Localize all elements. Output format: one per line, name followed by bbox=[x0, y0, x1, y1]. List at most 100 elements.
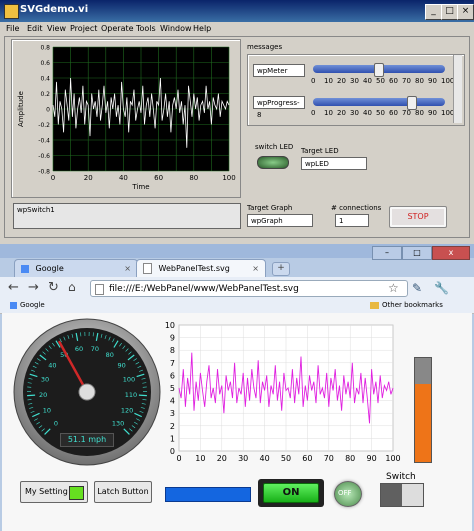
target-graph-field[interactable]: wpGraph bbox=[247, 214, 313, 227]
address-bar[interactable]: file:///E:/WebPanel/www/WebPanelTest.svg bbox=[90, 280, 408, 297]
browser-minimize-button[interactable]: – bbox=[372, 246, 402, 260]
slider-tick-label: 90 bbox=[428, 77, 437, 85]
bookmark-star-icon[interactable]: ☆ bbox=[388, 281, 399, 295]
tab-webpaneltest[interactable]: WebPanelTest.svg × bbox=[136, 259, 266, 277]
level-tank-fill bbox=[415, 384, 431, 462]
minimize-button[interactable]: _ bbox=[425, 4, 442, 20]
labview-app-icon bbox=[4, 4, 19, 19]
connections-field[interactable]: 1 bbox=[335, 214, 369, 227]
other-bookmarks-label: Other bookmarks bbox=[382, 301, 443, 309]
progress-slider[interactable] bbox=[313, 98, 445, 106]
y-tick-label: -0.6 bbox=[38, 153, 50, 160]
browser-maximize-button[interactable]: □ bbox=[402, 246, 432, 260]
other-bookmarks[interactable]: Other bookmarks bbox=[370, 301, 443, 309]
stop-button[interactable]: STOP bbox=[389, 206, 447, 228]
y-tick-label: 0 bbox=[170, 447, 175, 456]
tab-close-icon[interactable]: × bbox=[124, 260, 131, 278]
slider-tick-label: 20 bbox=[337, 109, 346, 117]
gauge-tick-label: 110 bbox=[125, 391, 137, 399]
x-tick-label: 70 bbox=[324, 454, 334, 463]
my-setting-button[interactable]: My Setting bbox=[20, 481, 88, 503]
web-panel-page: 0 10 20 30 40 50 60 70 80 90 100 110 120 130 51.1 mph… bbox=[2, 313, 472, 531]
x-tick-label: 40 bbox=[119, 174, 128, 182]
switch-id-field[interactable]: wpSwitch1 bbox=[13, 203, 241, 229]
menu-edit[interactable]: Edit bbox=[27, 24, 43, 33]
reload-icon[interactable]: ↻ bbox=[48, 280, 59, 295]
slider-tick-label: 60 bbox=[389, 109, 398, 117]
x-tick-label: 50 bbox=[281, 454, 291, 463]
forward-arrow-icon[interactable]: → bbox=[28, 280, 39, 295]
slider-tick-label: 70 bbox=[402, 77, 411, 85]
x-tick-label: 60 bbox=[154, 174, 163, 182]
slider-tick-label: 70 bbox=[402, 109, 411, 117]
y-tick-label: 2 bbox=[170, 422, 175, 431]
toggle-switch-knob bbox=[381, 484, 402, 506]
close-button[interactable]: × bbox=[457, 4, 474, 20]
y-tick-label: 10 bbox=[165, 321, 175, 330]
browser-close-button[interactable]: x bbox=[432, 246, 470, 260]
slider-tick-label: 50 bbox=[376, 77, 385, 85]
home-icon[interactable]: ⌂ bbox=[68, 280, 76, 294]
menu-window[interactable]: Window bbox=[160, 24, 192, 33]
waveform-graph: 0.80.60.40.20-0.2-0.4-0.6-0.80 20 40 60 80 10… bbox=[17, 45, 236, 192]
progress-slider-thumb[interactable] bbox=[407, 96, 417, 110]
on-button[interactable]: ON bbox=[263, 483, 319, 503]
meter-slider-thumb[interactable] bbox=[374, 63, 384, 77]
x-tick-label: 20 bbox=[217, 454, 227, 463]
latch-button[interactable]: Latch Button bbox=[94, 481, 152, 503]
y-tick-label: 7 bbox=[170, 359, 175, 368]
tab-google-label: Google bbox=[35, 264, 64, 273]
random-chart: 1098765432100 10 20 30 40 50 60 70 80 90 100 bbox=[165, 321, 401, 463]
slider-tick-label: 10 bbox=[324, 109, 333, 117]
menu-help[interactable]: Help bbox=[193, 24, 211, 33]
new-tab-button[interactable]: + bbox=[272, 262, 290, 276]
gauge-tick-label: 40 bbox=[48, 361, 56, 369]
switch-label: Switch bbox=[386, 472, 416, 482]
menu-tools[interactable]: Tools bbox=[136, 24, 156, 33]
slider-tick-label: 20 bbox=[337, 77, 346, 85]
x-tick-label: 0 bbox=[176, 454, 181, 463]
bookmark-google[interactable]: Google bbox=[10, 301, 45, 309]
menu-project[interactable]: Project bbox=[70, 24, 97, 33]
wrench-icon[interactable]: 🔧 bbox=[434, 281, 449, 295]
back-arrow-icon[interactable]: ← bbox=[8, 280, 19, 295]
menu-operate[interactable]: Operate bbox=[101, 24, 134, 33]
x-tick-label: 20 bbox=[84, 174, 93, 182]
slider-tick-label: 40 bbox=[363, 109, 372, 117]
gauge-tick-label: 0 bbox=[54, 420, 58, 428]
tab-close-icon[interactable]: × bbox=[252, 260, 259, 278]
y-tick-label: 6 bbox=[170, 371, 175, 380]
meter-slider-scale: 0 10 20 30 40 50 60 70 80 90 100 bbox=[311, 77, 454, 87]
menu-file[interactable]: File bbox=[6, 24, 19, 33]
url-text: file:///E:/WebPanel/www/WebPanelTest.svg bbox=[109, 284, 299, 294]
gauge-tick-label: 10 bbox=[43, 407, 51, 415]
switch-led[interactable] bbox=[257, 156, 289, 169]
meter-message-field[interactable]: wpMeter bbox=[253, 64, 305, 77]
off-led[interactable]: OFF bbox=[334, 481, 362, 507]
off-led-label: OFF bbox=[338, 489, 352, 497]
messages-scrollbar[interactable] bbox=[453, 55, 462, 123]
gauge-tick-label: 100 bbox=[123, 375, 135, 383]
page-icon bbox=[95, 284, 104, 295]
y-axis-label: Amplitude bbox=[17, 91, 25, 127]
browser-window-controls: – □ x bbox=[372, 246, 470, 260]
target-led-field[interactable]: wpLED bbox=[301, 157, 367, 170]
tab-google[interactable]: Google × bbox=[14, 259, 138, 277]
labview-window: SVGdemo.vi _ □ × File Edit View Project … bbox=[0, 0, 474, 244]
y-tick-label: -0.2 bbox=[38, 122, 50, 129]
bookmarks-bar: Google Other bookmarks bbox=[0, 299, 474, 314]
menu-view[interactable]: View bbox=[47, 24, 66, 33]
page-icon bbox=[143, 263, 152, 274]
y-tick-label: 0 bbox=[46, 107, 50, 114]
extension-icon[interactable]: ✎ bbox=[412, 281, 422, 295]
toggle-switch[interactable] bbox=[380, 483, 424, 507]
slider-tick-label: 90 bbox=[428, 109, 437, 117]
messages-label: messages bbox=[247, 43, 283, 51]
my-setting-indicator bbox=[69, 486, 84, 500]
slider-tick-label: 60 bbox=[389, 77, 398, 85]
connections-label: # connections bbox=[331, 204, 382, 212]
progress-message-field[interactable]: wpProgress-8 bbox=[253, 96, 305, 119]
level-tank bbox=[414, 357, 432, 463]
maximize-button[interactable]: □ bbox=[441, 4, 458, 20]
y-tick-label: 0.4 bbox=[40, 76, 50, 83]
